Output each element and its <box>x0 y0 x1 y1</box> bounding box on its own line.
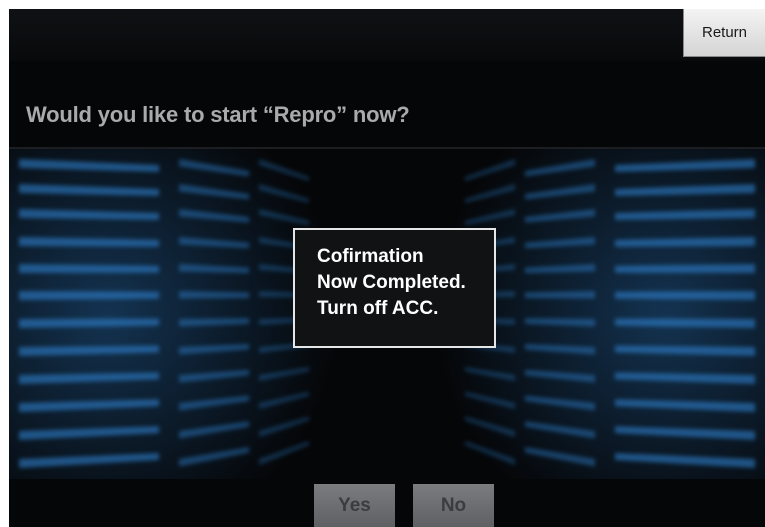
top-bar <box>9 9 765 61</box>
rack-light-strip <box>19 291 159 300</box>
confirmation-dialog: Cofirmation Now Completed. Turn off ACC. <box>293 228 496 348</box>
return-button[interactable]: Return <box>683 9 765 57</box>
start-repro-question: Would you like to start “Repro” now? <box>26 102 410 127</box>
rack-light-strip <box>615 291 755 300</box>
no-button[interactable]: No <box>413 484 494 527</box>
dialog-line-title: Cofirmation <box>317 246 424 267</box>
head-unit-screen: Return Would you like to start “Repro” n… <box>9 9 765 527</box>
yes-button[interactable]: Yes <box>314 484 395 527</box>
dialog-line-status: Now Completed. <box>317 272 466 293</box>
divider <box>9 147 765 149</box>
dialog-line-instruction: Turn off ACC. <box>317 298 439 319</box>
